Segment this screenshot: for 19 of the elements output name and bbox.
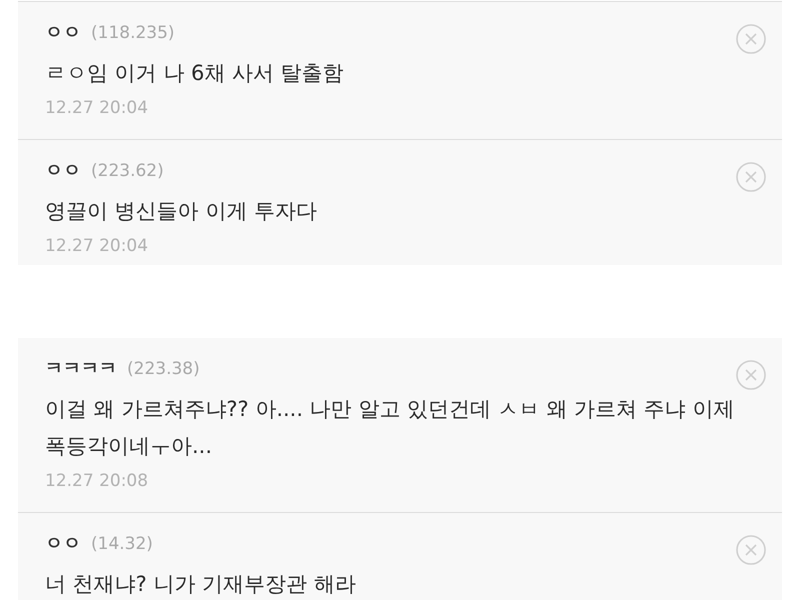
ip-address: (223.38)	[127, 358, 200, 381]
author-name: ㅇㅇ	[45, 532, 81, 556]
close-icon[interactable]	[736, 360, 766, 390]
close-icon[interactable]	[736, 162, 766, 192]
comment-text: 영끌이 병신들아 이게 투자다	[45, 198, 318, 225]
author-name: ㅋㅋㅋㅋ	[45, 357, 117, 381]
close-icon[interactable]	[736, 24, 766, 54]
comment-text: 너 천재냐? 니가 기재부장관 해라	[45, 571, 357, 598]
ip-address: (223.62)	[91, 160, 164, 183]
ip-address: (14.32)	[91, 533, 153, 556]
comment-date: 12.27 20:08	[45, 470, 150, 492]
author-name: ㅇㅇ	[45, 159, 81, 183]
ip-address: (118.235)	[91, 22, 175, 45]
comment-text: ㄹㅇ임 이거 나 6채 사서 탈출함	[45, 60, 345, 87]
close-icon[interactable]	[736, 535, 766, 565]
author-name: ㅇㅇ	[45, 21, 81, 45]
comment-date: 12.27 20:04	[45, 235, 150, 257]
comment-date: 12.27 20:04	[45, 97, 150, 119]
comment-text: 이걸 왜 가르쳐주냐?? 아.... 나만 알고 있던건데 ㅅㅂ 왜 가르쳐 주냐 이제 폭등각이네ㅜ아...	[45, 396, 736, 460]
